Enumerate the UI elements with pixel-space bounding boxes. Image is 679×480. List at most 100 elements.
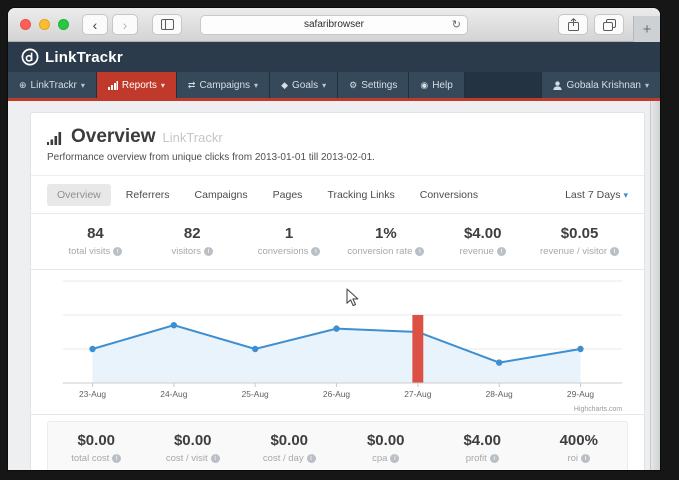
top-stats-row: 84 total visits 82 visitors 1 conversion… (47, 214, 628, 269)
brand-name[interactable]: LinkTrackr (45, 49, 123, 66)
stat-label: conversion rate (347, 246, 412, 257)
svg-text:26-Aug: 26-Aug (323, 389, 350, 399)
content-card: Overview LinkTrackr Performance overview… (30, 112, 645, 470)
nav-item-goals[interactable]: ◆ Goals ▾ (270, 72, 338, 98)
stat-label: visitors (171, 246, 201, 257)
stat-label: total cost (71, 453, 109, 464)
user-menu[interactable]: Gobala Krishnan ▾ (541, 72, 660, 98)
stat-value: 84 (47, 225, 144, 242)
stat-value: $0.00 (241, 432, 338, 449)
overview-chart-icon (47, 130, 64, 145)
stat-label: conversions (258, 246, 309, 257)
user-name: Gobala Krishnan (566, 80, 641, 91)
date-range-dropdown[interactable]: Last 7 Days ▾ (565, 189, 628, 201)
chevron-down-icon: ▾ (623, 190, 628, 200)
stat-value: $0.00 (48, 432, 145, 449)
nav-item-campaigns[interactable]: ⇄ Campaigns ▾ (177, 72, 270, 98)
stat-value: $4.00 (434, 225, 531, 242)
stat-label: total visits (69, 246, 111, 257)
info-icon[interactable] (415, 247, 424, 256)
stat-value: 82 (144, 225, 241, 242)
stat-label: profit (466, 453, 487, 464)
new-tab-button[interactable]: + (633, 16, 660, 42)
visits-chart-svg: 23-Aug24-Aug25-Aug26-Aug27-Aug28-Aug29-A… (35, 275, 640, 415)
svg-text:23-Aug: 23-Aug (79, 389, 106, 399)
forward-button[interactable]: › (112, 14, 138, 35)
info-icon[interactable] (390, 454, 399, 463)
page-viewport: Overview LinkTrackr Performance overview… (8, 101, 660, 470)
browser-window: ‹ › safaribrowser ↻ + (8, 8, 660, 470)
stat-value: 1% (337, 225, 434, 242)
shuffle-icon: ⇄ (188, 80, 196, 91)
info-icon[interactable] (204, 247, 213, 256)
minimize-window-button[interactable] (39, 19, 50, 30)
stat-visitors: 82 visitors (144, 225, 241, 257)
sidebar-toggle-button[interactable] (152, 14, 182, 35)
stat-total-visits: 84 total visits (47, 225, 144, 257)
share-button[interactable] (558, 14, 588, 35)
show-tabs-button[interactable] (594, 14, 624, 35)
reload-icon[interactable]: ↻ (452, 18, 461, 31)
page-scrollbar[interactable] (650, 101, 660, 470)
page-title-suffix: LinkTrackr (163, 130, 223, 145)
address-bar[interactable]: safaribrowser ↻ (200, 15, 468, 35)
info-icon[interactable] (113, 247, 122, 256)
stat-revenue: $4.00 revenue (434, 225, 531, 257)
stat-cost-per-visit: $0.00 cost / visit (145, 432, 242, 464)
page-subtitle: Performance overview from unique clicks … (47, 152, 628, 163)
stat-label: roi (567, 453, 578, 464)
nav-item-help[interactable]: ◉ Help (409, 72, 464, 98)
stat-value: 400% (531, 432, 628, 449)
info-icon[interactable] (211, 454, 220, 463)
stat-conversions: 1 conversions (241, 225, 338, 257)
share-icon (568, 18, 579, 31)
svg-text:29-Aug: 29-Aug (567, 389, 594, 399)
report-tabs: Overview Referrers Campaigns Pages Track… (31, 176, 644, 214)
stat-cpa: $0.00 cpa (338, 432, 435, 464)
tabs-overview-icon (603, 19, 616, 31)
sidebar-icon (161, 19, 174, 30)
info-icon[interactable] (610, 247, 619, 256)
tab-pages[interactable]: Pages (263, 184, 313, 206)
tab-overview[interactable]: Overview (47, 184, 111, 206)
stat-label: cost / visit (166, 453, 208, 464)
site-header: LinkTrackr (8, 42, 660, 72)
info-icon[interactable] (112, 454, 121, 463)
nav-label: LinkTrackr (31, 80, 77, 91)
info-icon[interactable] (307, 454, 316, 463)
tab-campaigns[interactable]: Campaigns (185, 184, 258, 206)
nav-item-settings[interactable]: ⚙ Settings (338, 72, 409, 98)
close-window-button[interactable] (20, 19, 31, 30)
tab-tracking-links[interactable]: Tracking Links (317, 184, 404, 206)
bottom-stats-row: $0.00 total cost $0.00 cost / visit $0.0… (48, 422, 627, 470)
back-button[interactable]: ‹ (82, 14, 108, 35)
chevron-down-icon: ▾ (161, 81, 165, 90)
stat-conversion-rate: 1% conversion rate (337, 225, 434, 257)
stat-value: $0.00 (145, 432, 242, 449)
back-icon: ‹ (93, 18, 98, 32)
svg-text:24-Aug: 24-Aug (160, 389, 187, 399)
bar-chart-icon (108, 81, 118, 90)
chevron-down-icon: ▾ (81, 81, 85, 90)
zoom-window-button[interactable] (58, 19, 69, 30)
browser-titlebar: ‹ › safaribrowser ↻ + (8, 8, 660, 42)
stat-label: revenue (460, 246, 494, 257)
date-range-label: Last 7 Days (565, 189, 620, 201)
history-buttons: ‹ › (82, 14, 138, 35)
nav-item-reports[interactable]: Reports ▾ (97, 72, 177, 98)
stat-cost-per-day: $0.00 cost / day (241, 432, 338, 464)
svg-text:27-Aug: 27-Aug (404, 389, 431, 399)
nav-item-linktrackr[interactable]: ⊕ LinkTrackr ▾ (8, 72, 97, 98)
info-icon[interactable] (581, 454, 590, 463)
info-icon[interactable] (497, 247, 506, 256)
info-icon[interactable] (490, 454, 499, 463)
tab-referrers[interactable]: Referrers (116, 184, 180, 206)
chevron-down-icon: ▾ (254, 81, 258, 90)
window-controls (20, 19, 69, 30)
forward-icon: › (123, 18, 128, 32)
wrench-icon: ⚙ (349, 80, 357, 91)
stat-label: cpa (372, 453, 387, 464)
info-icon[interactable] (311, 247, 320, 256)
linktrackr-logo-icon (21, 48, 39, 66)
tab-conversions[interactable]: Conversions (410, 184, 488, 206)
